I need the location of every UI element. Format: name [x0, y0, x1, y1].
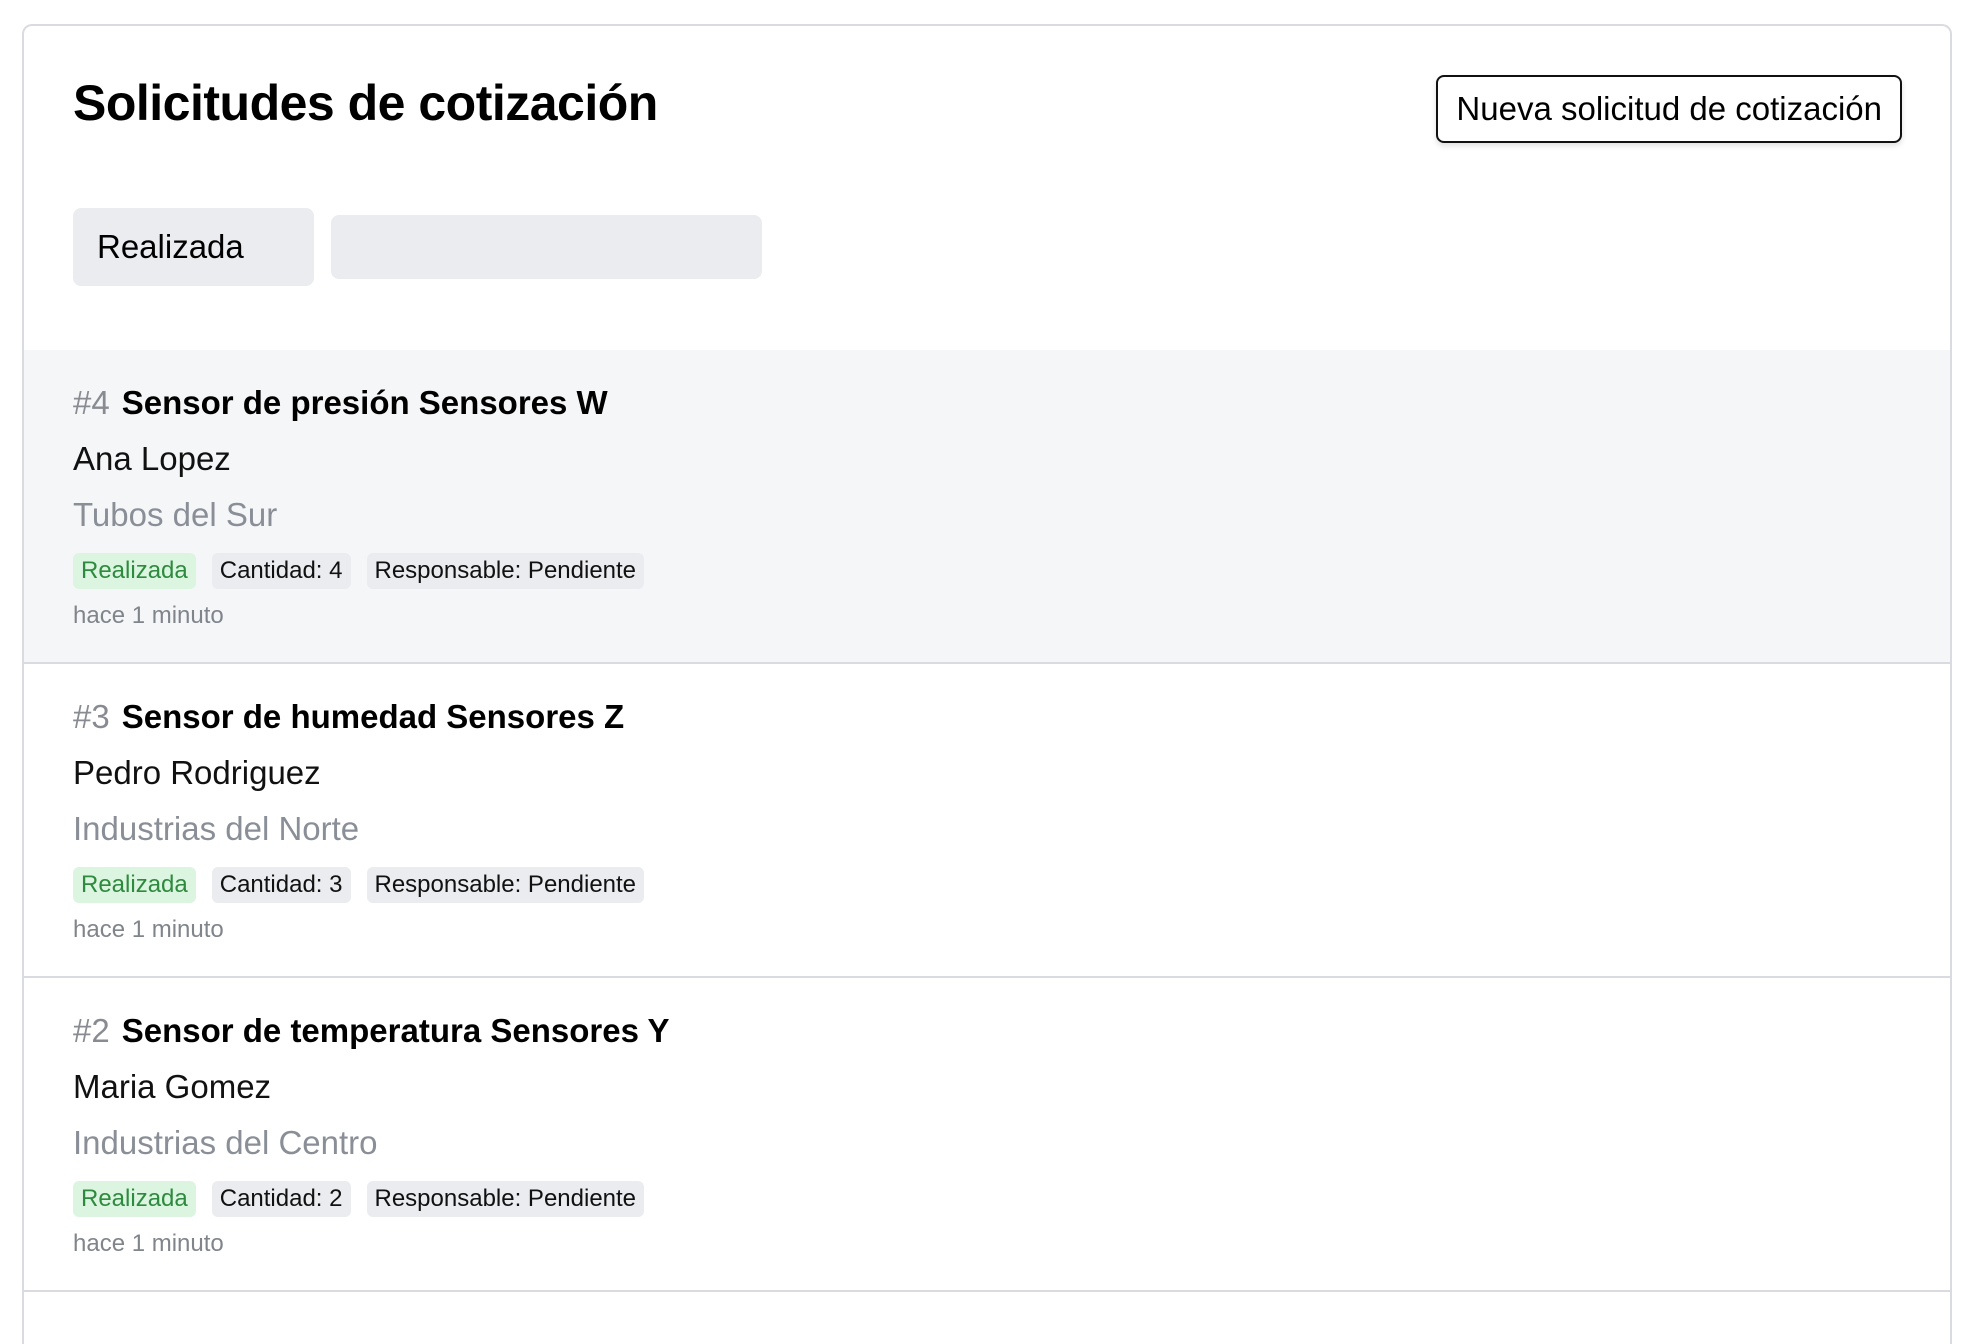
item-company: Industrias del Centro	[73, 1124, 378, 1161]
new-quote-request-button[interactable]: Nueva solicitud de cotización	[1436, 75, 1902, 143]
quantity-badge: Cantidad: 3	[211, 867, 351, 903]
status-badge: Realizada	[73, 553, 196, 589]
list-item[interactable]: #2 Sensor de temperatura Sensores Y Maria…	[24, 978, 1950, 1292]
status-filter-select[interactable]: Realizada	[73, 208, 314, 286]
responsible-badge: Responsable: Pendiente	[366, 1181, 645, 1217]
item-company: Tubos del Sur	[73, 496, 278, 533]
item-title: Sensor de temperatura Sensores Y	[121, 1012, 670, 1049]
item-number: #3	[73, 698, 110, 735]
item-badges: Realizada Cantidad: 3 Responsable: Pendi…	[73, 867, 645, 903]
status-badge: Realizada	[73, 867, 196, 903]
search-input[interactable]	[331, 215, 762, 279]
item-title-row: #2 Sensor de temperatura Sensores Y	[73, 1012, 670, 1050]
responsible-badge: Responsable: Pendiente	[366, 867, 645, 903]
item-badges: Realizada Cantidad: 4 Responsable: Pendi…	[73, 553, 645, 589]
item-badges: Realizada Cantidad: 2 Responsable: Pendi…	[73, 1181, 645, 1217]
quantity-badge: Cantidad: 2	[211, 1181, 351, 1217]
item-timestamp: hace 1 minuto	[73, 602, 224, 629]
item-title-row: #4 Sensor de presión Sensores W	[73, 384, 608, 422]
list-item[interactable]: #4 Sensor de presión Sensores W Ana Lopez…	[24, 350, 1950, 664]
item-title-row: #3 Sensor de humedad Sensores Z	[73, 698, 624, 736]
item-company: Industrias del Norte	[73, 810, 360, 847]
item-title: Sensor de humedad Sensores Z	[121, 698, 625, 735]
quote-request-list: #4 Sensor de presión Sensores W Ana Lopez…	[24, 350, 1950, 1292]
item-contact-name: Ana Lopez	[73, 440, 231, 477]
item-number: #2	[73, 1012, 110, 1049]
status-badge: Realizada	[73, 1181, 196, 1217]
item-contact-name: Maria Gomez	[73, 1068, 272, 1105]
quote-requests-card: Solicitudes de cotización Nueva solicitu…	[22, 24, 1952, 1344]
list-item[interactable]: #3 Sensor de humedad Sensores Z Pedro Rod…	[24, 664, 1950, 978]
page-title: Solicitudes de cotización	[73, 75, 658, 131]
item-title: Sensor de presión Sensores W	[121, 384, 608, 421]
item-number: #4	[73, 384, 110, 421]
responsible-badge: Responsable: Pendiente	[366, 553, 645, 589]
item-timestamp: hace 1 minuto	[73, 1230, 224, 1257]
quantity-badge: Cantidad: 4	[211, 553, 351, 589]
item-contact-name: Pedro Rodriguez	[73, 754, 321, 791]
page-header: Solicitudes de cotización Nueva solicitu…	[24, 26, 1950, 146]
item-timestamp: hace 1 minuto	[73, 916, 224, 943]
